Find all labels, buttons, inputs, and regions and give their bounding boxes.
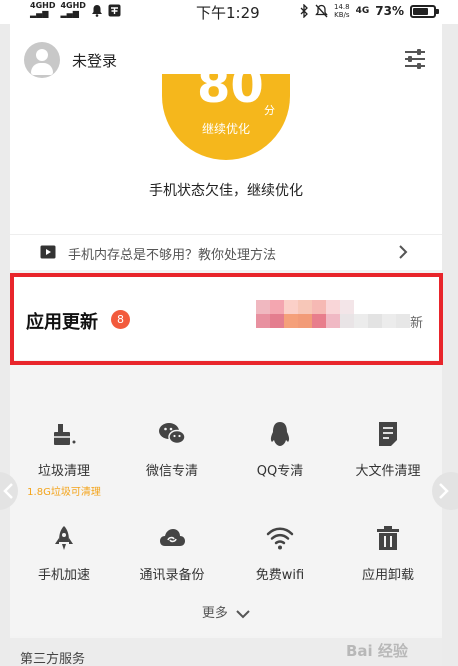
tool-large-file-clean[interactable]: 大文件清理	[334, 420, 442, 479]
user-name[interactable]: 未登录	[72, 50, 117, 71]
score-unit: 分	[264, 104, 275, 117]
network-speed: 14.8 KB/s	[334, 3, 350, 19]
watermark: Bai 经验	[346, 642, 408, 660]
battery-icon	[410, 4, 439, 18]
tool-free-wifi[interactable]: 免费wifi	[226, 524, 334, 583]
tool-sublabel: 1.8G垃圾可清理	[27, 487, 101, 498]
app-screen: 未登录 80 分 继续优化 手机状态欠佳，继续优化 手机内存总是不够用？教你处理…	[10, 24, 442, 666]
app-notification-icon	[108, 4, 121, 16]
tool-junk-clean[interactable]: 垃圾清理 1.8G垃圾可清理	[10, 420, 118, 498]
bluetooth-icon	[300, 4, 308, 18]
score-hint: 继续优化	[201, 122, 250, 136]
chevron-left-icon	[3, 483, 13, 499]
cloud-icon	[160, 529, 185, 546]
tool-app-uninstall[interactable]: 应用卸载	[334, 524, 442, 583]
chevron-right-icon	[399, 245, 408, 259]
tools-grid: 垃圾清理 1.8G垃圾可清理 微信专清 QQ专清 大文件清理 手机加速 通讯录备…	[10, 370, 442, 636]
tip-row[interactable]: 手机内存总是不够用？教你处理方法	[10, 234, 442, 270]
wechat-icon	[159, 423, 186, 445]
notification-bell-icon	[91, 4, 102, 17]
network-type: 4G	[355, 6, 370, 16]
tool-label: 通讯录备份	[139, 568, 205, 583]
broom-icon	[54, 424, 76, 445]
video-play-icon	[40, 245, 56, 259]
tool-label: 大文件清理	[355, 464, 421, 479]
status-time: 下午1:29	[196, 4, 260, 22]
settings-sliders-icon[interactable]	[403, 48, 427, 70]
file-icon	[379, 422, 397, 446]
battery-percent: 73%	[375, 4, 404, 18]
app-update-title: 应用更新	[26, 312, 98, 333]
tool-phone-boost[interactable]: 手机加速	[10, 524, 118, 583]
update-trailing-text: 新	[410, 316, 424, 331]
tool-label: 手机加速	[37, 568, 90, 583]
tool-contacts-backup[interactable]: 通讯录备份	[118, 524, 226, 583]
trash-icon	[377, 526, 399, 550]
tool-label: 微信专清	[145, 464, 198, 479]
mute-icon	[315, 4, 328, 18]
tool-qq-clean[interactable]: QQ专清	[226, 420, 334, 479]
battery-fill	[413, 7, 428, 15]
qq-penguin-icon	[270, 422, 290, 446]
status-left: 4GHD ▂▄▆ 4GHD ▂▄▆	[30, 2, 121, 18]
avatar[interactable]	[24, 42, 60, 78]
status-bar: 4GHD ▂▄▆ 4GHD ▂▄▆ 下午1:29 14.8 KB/s 4G 73%	[0, 0, 458, 24]
tool-wechat-clean[interactable]: 微信专清	[118, 420, 226, 479]
signal-icon-1: 4GHD ▂▄▆	[30, 1, 56, 18]
signal-icon-2: 4GHD ▂▄▆	[60, 1, 86, 18]
chevron-right-icon	[439, 483, 449, 499]
chevron-down-icon	[236, 609, 250, 618]
third-party-title: 第三方服务	[20, 652, 86, 666]
avatar-body	[31, 63, 53, 75]
tool-label: 免费wifi	[255, 568, 305, 583]
user-row[interactable]: 未登录	[24, 42, 117, 78]
avatar-head	[36, 49, 48, 61]
blurred-app-thumbnails	[256, 300, 416, 334]
app-update-card[interactable]: 应用更新 8 新	[10, 274, 442, 360]
score-card: 未登录 80 分 继续优化 手机状态欠佳，继续优化 手机内存总是不够用？教你处理…	[10, 24, 442, 270]
more-button[interactable]: 更多	[10, 602, 442, 621]
status-right: 14.8 KB/s 4G 73%	[300, 3, 439, 19]
wifi-icon	[266, 527, 294, 550]
tool-label: QQ专清	[256, 464, 304, 479]
tool-label: 应用卸载	[361, 568, 414, 583]
score-gauge[interactable]: 80 分 继续优化	[162, 62, 290, 160]
tool-label: 垃圾清理	[37, 464, 90, 479]
update-count-badge: 8	[111, 310, 130, 329]
phone-status-message: 手机状态欠佳，继续优化	[149, 183, 303, 199]
more-label: 更多	[201, 606, 228, 621]
score-value: 80	[197, 58, 264, 114]
rocket-icon	[55, 526, 73, 550]
tip-text: 手机内存总是不够用？教你处理方法	[68, 248, 277, 263]
